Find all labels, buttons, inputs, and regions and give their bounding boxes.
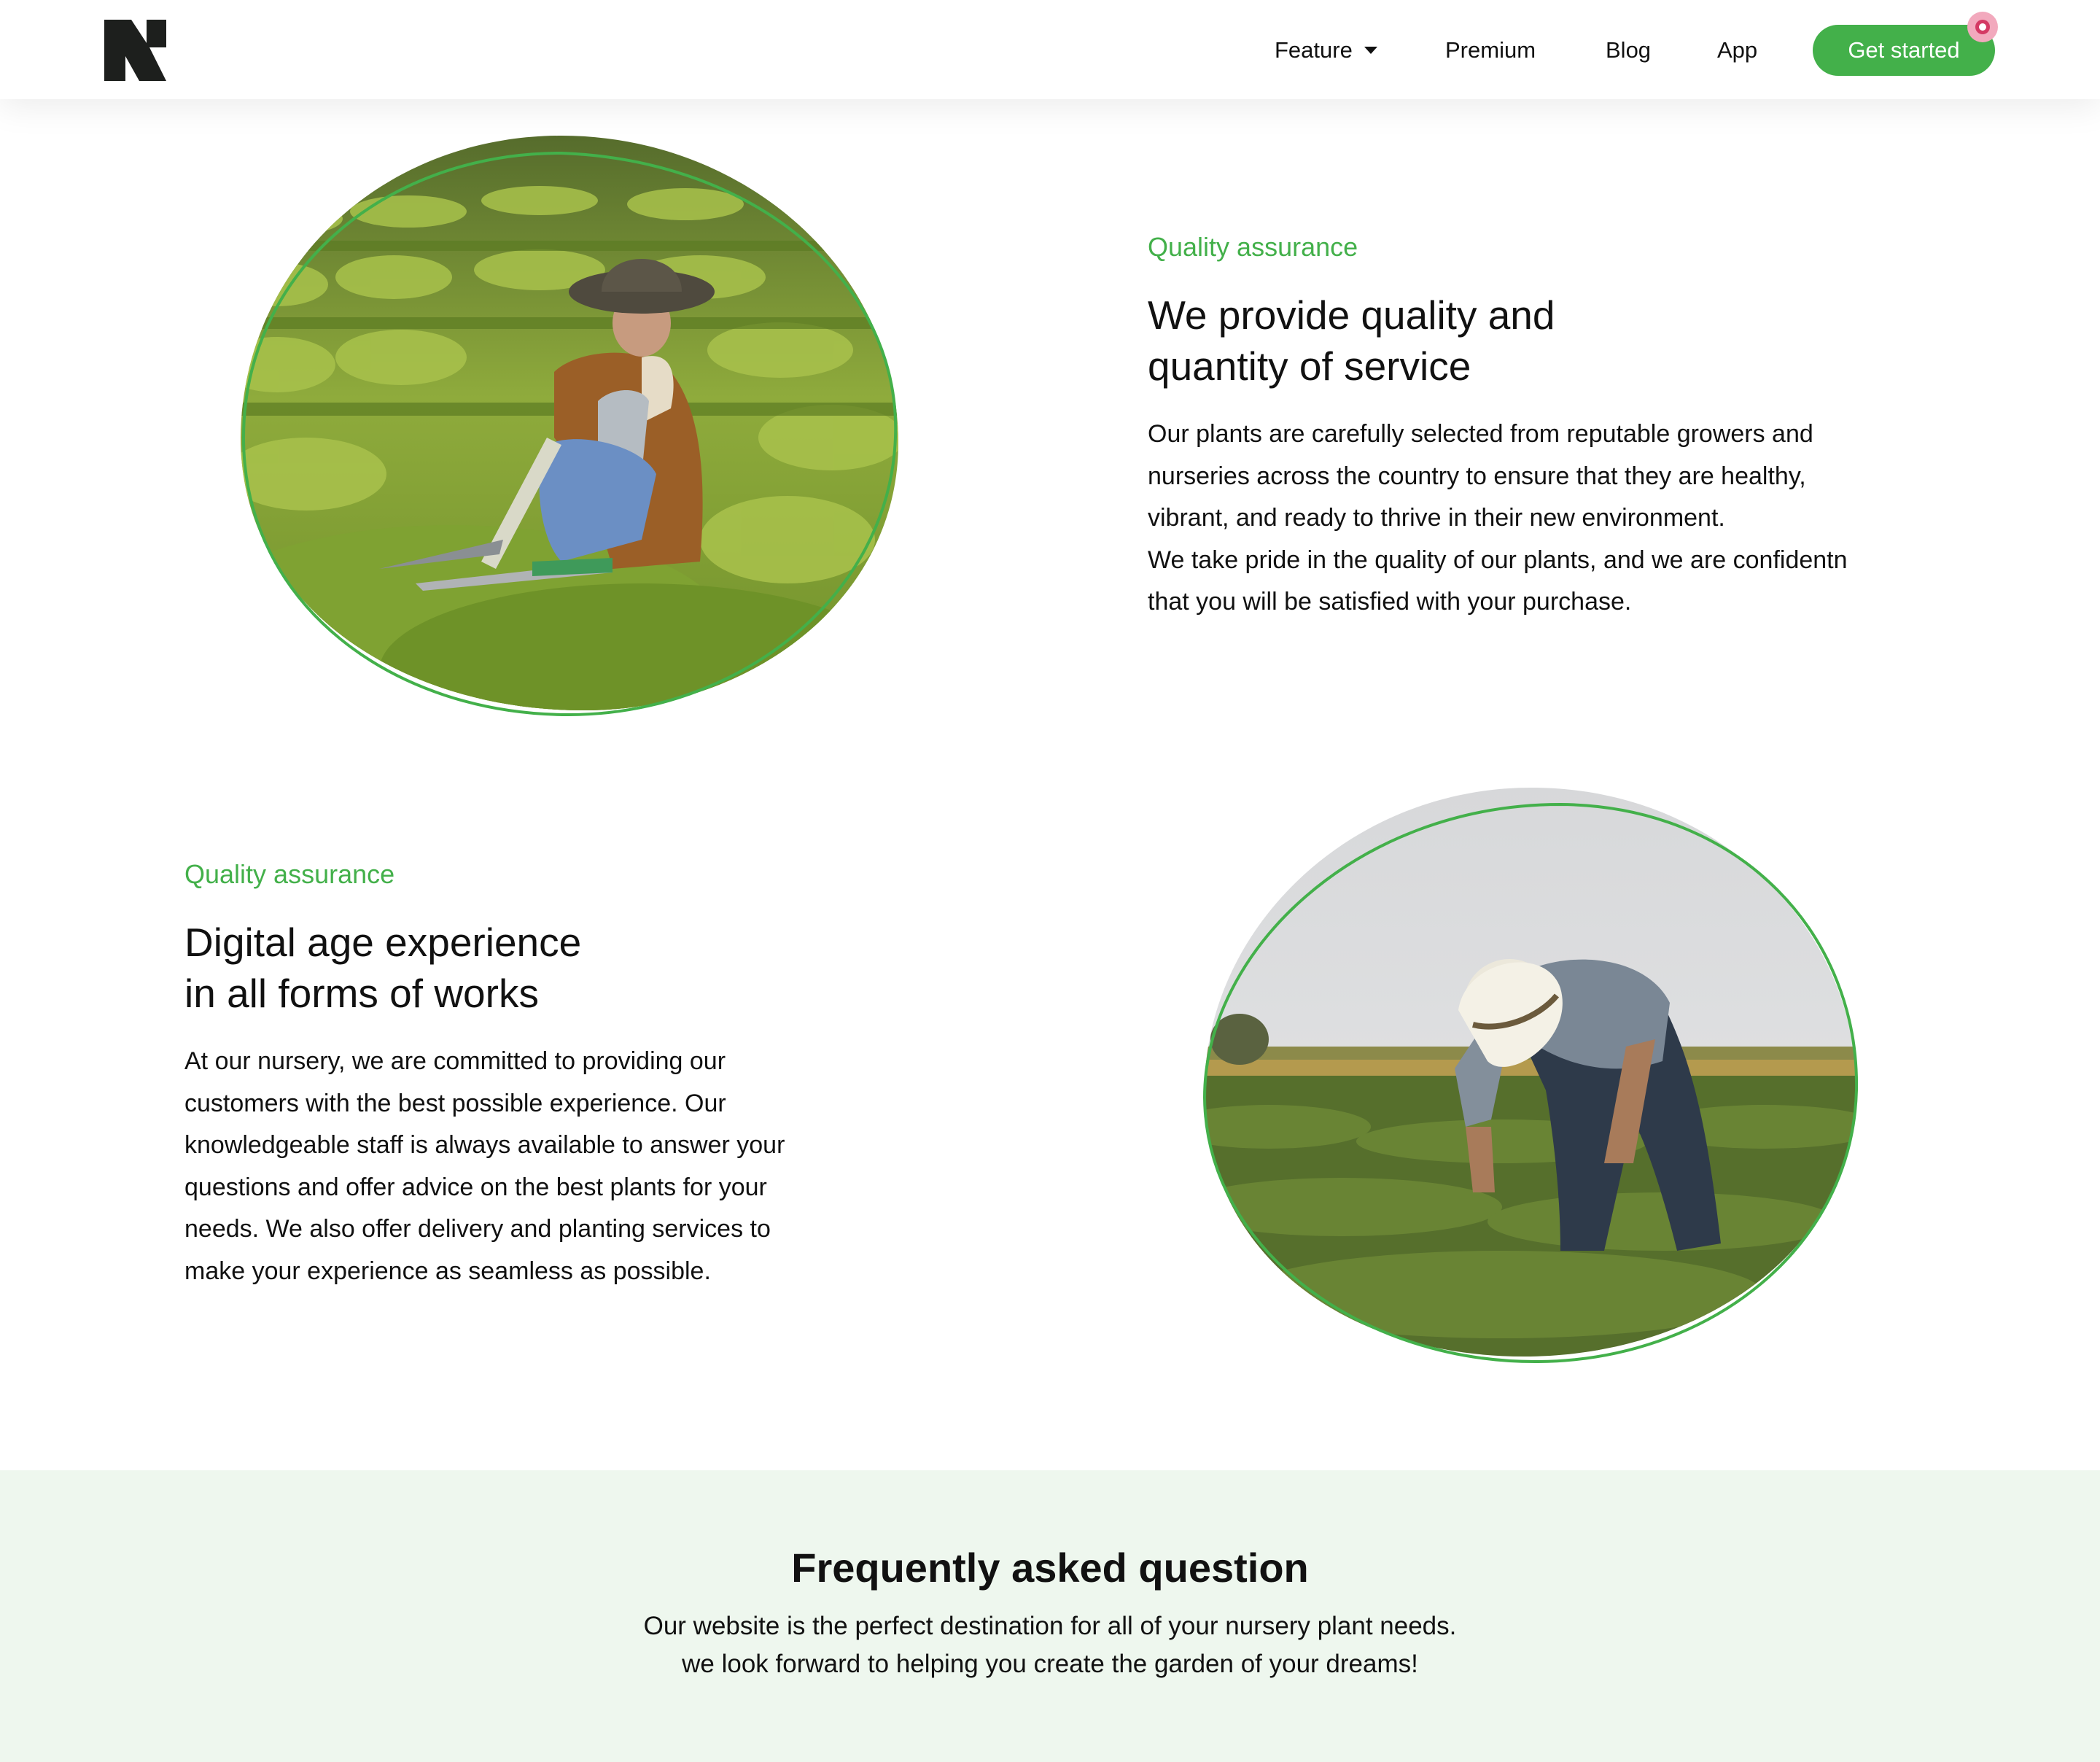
- faq-title: Frequently asked question: [791, 1545, 1309, 1591]
- feature-1-body-line: that you will be satisfied with your pur…: [1148, 588, 1632, 616]
- farmer-field-photo: [1202, 788, 1859, 1364]
- faq-subtitle-line: Our website is the perfect destination f…: [643, 1612, 1457, 1640]
- feature-1-heading: We provide quality and quantity of servi…: [1148, 290, 1555, 392]
- feature-1-body: Our plants are carefully selected from r…: [1148, 414, 1848, 624]
- feature-2-heading-line: in all forms of works: [184, 971, 539, 1016]
- faq-subtitle-line: we look forward to helping you create th…: [682, 1650, 1418, 1678]
- feature-1-eyebrow: Quality assurance: [1148, 232, 1358, 262]
- feature-2-body-line: At our nursery, we are committed to prov…: [184, 1047, 726, 1075]
- get-started-label: Get started: [1848, 37, 1960, 63]
- feature-2-heading-line: Digital age experience: [184, 920, 582, 965]
- feature-1-body-line: Our plants are carefully selected from r…: [1148, 420, 1813, 448]
- nav-premium[interactable]: Premium: [1445, 34, 1536, 67]
- feature-2-body-line: needs. We also offer delivery and planti…: [184, 1215, 771, 1243]
- nav-feature-label: Feature: [1275, 37, 1353, 63]
- feature-2-eyebrow: Quality assurance: [184, 859, 395, 889]
- feature-1-heading-line: quantity of service: [1148, 344, 1471, 389]
- feature-2-body-line: make your experience as seamless as poss…: [184, 1257, 711, 1285]
- n-logo-icon[interactable]: [104, 20, 166, 81]
- nav-feature[interactable]: Feature: [1275, 34, 1377, 67]
- nav-app[interactable]: App: [1717, 34, 1757, 67]
- feature-2-heading: Digital age experience in all forms of w…: [184, 917, 581, 1019]
- feature-2-body-line: customers with the best possible experie…: [184, 1089, 726, 1117]
- feature-1-heading-line: We provide quality and: [1148, 292, 1555, 338]
- site-header: Feature Premium Blog App Get started: [0, 0, 2100, 99]
- feature-1-body-line: nurseries across the country to ensure t…: [1148, 462, 1806, 490]
- feature-2-body: At our nursery, we are committed to prov…: [184, 1041, 785, 1293]
- gardener-pruning-photo: [241, 136, 899, 717]
- nav-blog[interactable]: Blog: [1606, 34, 1651, 67]
- feature-1-body-line: We take pride in the quality of our plan…: [1148, 546, 1848, 574]
- caret-down-icon: [1364, 46, 1377, 54]
- feature-2-body-line: questions and offer advice on the best p…: [184, 1173, 767, 1201]
- notification-dot-icon: [1967, 12, 1998, 42]
- feature-2-body-line: knowledgeable staff is always available …: [184, 1131, 785, 1160]
- feature-1-body-line: vibrant, and ready to thrive in their ne…: [1148, 504, 1725, 532]
